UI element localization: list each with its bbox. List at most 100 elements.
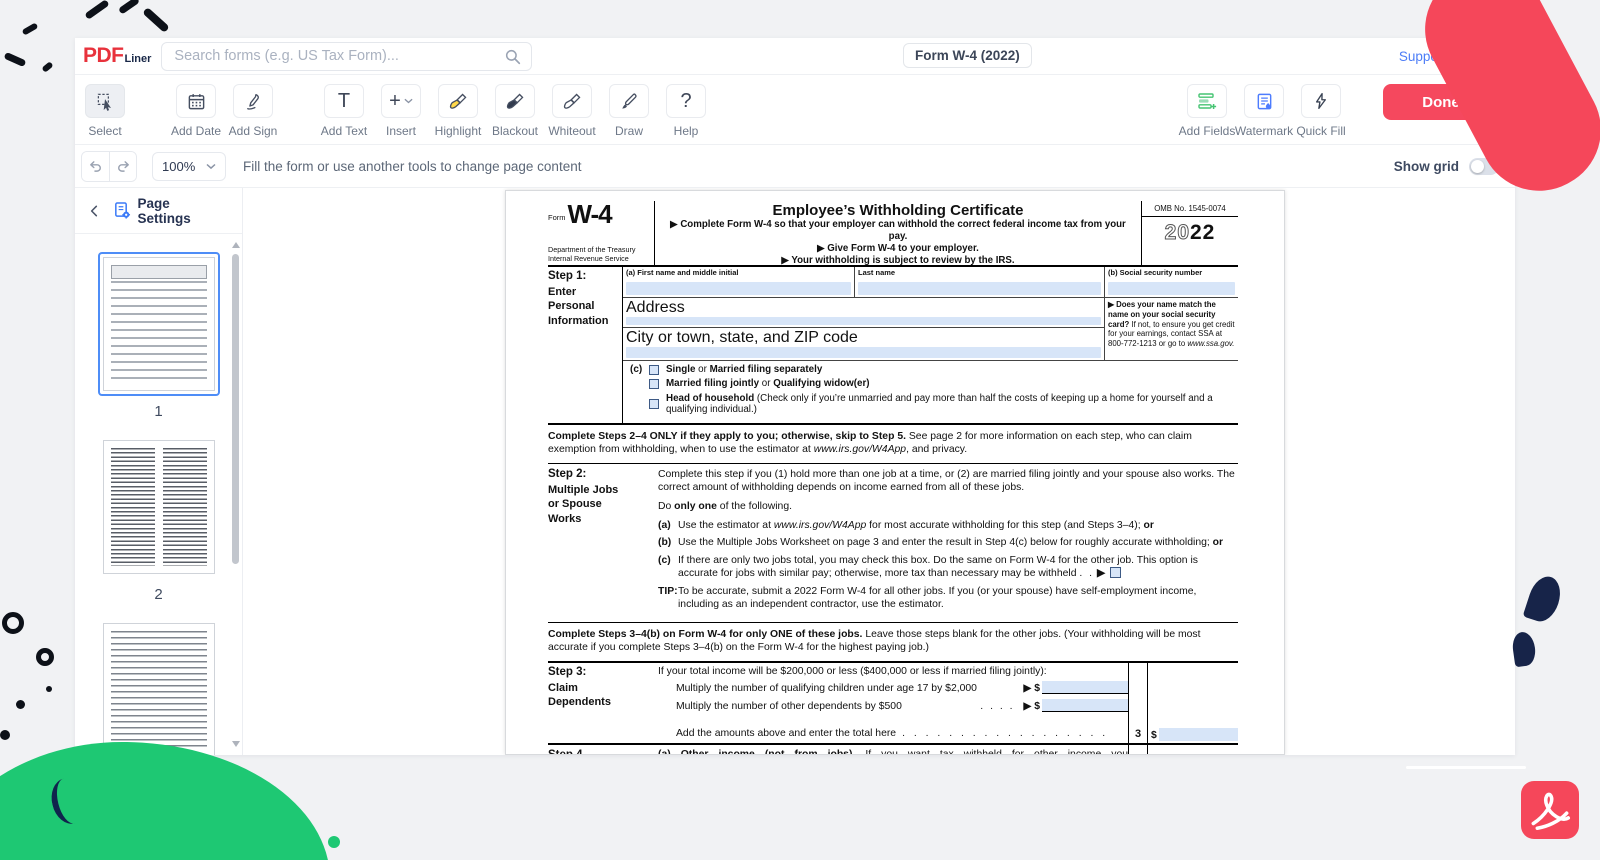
search-input[interactable] <box>161 42 532 71</box>
tool-label: Draw <box>615 124 643 138</box>
page-thumbnail-2[interactable] <box>98 435 220 579</box>
page-settings-icon <box>113 201 132 220</box>
signature-pen-icon <box>244 92 263 111</box>
navy-comma-decoration <box>1523 572 1566 625</box>
line-3-amount-cell: $ <box>1148 663 1238 743</box>
draw-button[interactable]: Draw <box>609 84 649 138</box>
total-dependents-amount-input[interactable] <box>1159 728 1238 741</box>
zoom-level-select[interactable]: 100% <box>152 152 226 181</box>
secondary-toolbar: 100% Fill the form or use another tools … <box>75 145 1515 188</box>
tool-label: Add Fields <box>1179 124 1236 138</box>
ssa-url: www.ssa.gov. <box>1187 339 1234 348</box>
app-window: PDF Liner Form W-4 (2022) Support Log in <box>75 38 1515 755</box>
city-input[interactable] <box>626 347 1101 358</box>
city-label: City or town, state, and ZIP code <box>626 329 1101 347</box>
pdfliner-logo[interactable]: PDF Liner <box>83 44 151 68</box>
scroll-down-arrow[interactable] <box>232 741 240 747</box>
redo-icon <box>115 158 132 175</box>
blackout-button[interactable]: Blackout <box>495 84 535 138</box>
show-grid-toggle[interactable] <box>1469 158 1499 175</box>
done-button[interactable]: Done <box>1383 84 1499 120</box>
pdf-swirl-icon <box>1527 787 1573 833</box>
first-name-input[interactable] <box>626 282 851 295</box>
chevron-down-icon <box>404 98 413 104</box>
insert-button[interactable]: + Insert <box>381 84 421 138</box>
scrollbar-thumb[interactable] <box>232 254 239 564</box>
married-jointly-checkbox[interactable] <box>649 379 659 389</box>
last-name-cell: Last name <box>855 267 1105 297</box>
top-links: Support Log in <box>1399 49 1515 64</box>
watermark-button[interactable]: Watermark <box>1244 84 1284 138</box>
tool-label: Add Text <box>321 124 367 138</box>
add-sign-button[interactable]: Add Sign <box>233 84 273 138</box>
watermark-document-icon <box>1255 92 1274 111</box>
support-link[interactable]: Support <box>1399 49 1446 64</box>
first-name-label: (a) First name and middle initial <box>626 268 851 277</box>
single-checkbox[interactable] <box>649 365 659 375</box>
form-number-block: Form W-4 Department of the Treasury Inte… <box>548 201 654 265</box>
step2-item-b: (b)Use the Multiple Jobs Worksheet on pa… <box>658 536 1238 550</box>
toggle-knob <box>1471 160 1484 173</box>
green-blob-decoration <box>0 742 330 860</box>
step2-item-a: (a)Use the estimator at www.irs.gov/W4Ap… <box>658 519 1238 533</box>
ssn-input[interactable] <box>1108 282 1235 295</box>
sidebar-header: Page Settings <box>75 188 242 234</box>
form-number: W-4 <box>568 203 612 226</box>
head-of-household-checkbox[interactable] <box>649 399 659 409</box>
green-dot-decoration <box>328 836 340 848</box>
line-3-number: 3 <box>1128 663 1148 743</box>
tool-label: Quick Fill <box>1296 124 1345 138</box>
collapse-sidebar-button[interactable] <box>75 204 113 218</box>
undo-icon <box>87 158 104 175</box>
page-thumbnail-1[interactable] <box>98 252 220 396</box>
two-jobs-checkbox[interactable] <box>1110 567 1121 578</box>
step4-item-a: (a) Other income (not from jobs). If you… <box>658 745 1128 755</box>
w4-form-page: Form W-4 Department of the Treasury Inte… <box>505 190 1285 755</box>
document-viewport: Form W-4 Department of the Treasury Inte… <box>243 188 1515 755</box>
tool-label: Help <box>674 124 699 138</box>
draw-brush-icon <box>620 92 639 111</box>
top-bar: PDF Liner Form W-4 (2022) Support Log in <box>75 38 1515 75</box>
page-settings-label: Page Settings <box>138 196 226 226</box>
address-input[interactable] <box>626 317 1101 325</box>
main-toolbar: Select Add Date <box>75 75 1515 145</box>
step1-label: Step 1: Enter Personal Information <box>548 267 623 423</box>
plus-icon: + <box>389 90 401 113</box>
omb-number: OMB No. 1545-0074 <box>1142 201 1238 217</box>
help-button[interactable]: ? Help <box>666 84 706 138</box>
redo-button[interactable] <box>109 152 136 181</box>
green-curve-decoration <box>47 775 91 828</box>
chevron-down-icon <box>206 163 216 170</box>
whiteout-button[interactable]: Whiteout <box>552 84 592 138</box>
last-name-input[interactable] <box>858 282 1101 295</box>
step2-section: Step 2: Multiple Jobs or Spouse Works Co… <box>548 464 1238 623</box>
omb-year-block: OMB No. 1545-0074 2022 <box>1142 201 1238 265</box>
highlight-button[interactable]: Highlight <box>438 84 478 138</box>
show-grid-label: Show grid <box>1394 159 1459 174</box>
editor-hint-text: Fill the form or use another tools to ch… <box>243 159 581 174</box>
ssn-label: (b) Social security number <box>1108 268 1235 277</box>
scroll-up-arrow[interactable] <box>232 242 240 248</box>
address-cell: Address <box>623 298 1104 328</box>
dot-decoration <box>16 700 25 709</box>
tool-label: Watermark <box>1235 124 1293 138</box>
add-fields-button[interactable]: Add Fields <box>1187 84 1227 138</box>
tool-label: Select <box>88 124 121 138</box>
page-thumbnail-3[interactable] <box>98 618 220 755</box>
step4-amount-cell <box>1148 745 1238 755</box>
page-settings-button[interactable]: Page Settings <box>113 196 242 226</box>
qualifying-children-amount-input[interactable] <box>1042 681 1128 694</box>
add-text-button[interactable]: T Add Text <box>324 84 364 138</box>
login-link[interactable]: Log in <box>1466 49 1503 64</box>
dot-decoration <box>0 730 10 740</box>
select-tool-button[interactable]: Select <box>85 84 125 138</box>
zoom-level-value: 100% <box>162 159 195 174</box>
add-date-button[interactable]: Add Date <box>176 84 216 138</box>
other-dependents-amount-input[interactable] <box>1042 699 1128 712</box>
last-name-label: Last name <box>858 268 1101 277</box>
undo-redo-group <box>81 151 137 182</box>
quick-fill-button[interactable]: Quick Fill <box>1301 84 1341 138</box>
search-icon[interactable] <box>504 48 522 66</box>
undo-button[interactable] <box>82 152 109 181</box>
lightning-bolt-icon <box>1312 92 1330 110</box>
